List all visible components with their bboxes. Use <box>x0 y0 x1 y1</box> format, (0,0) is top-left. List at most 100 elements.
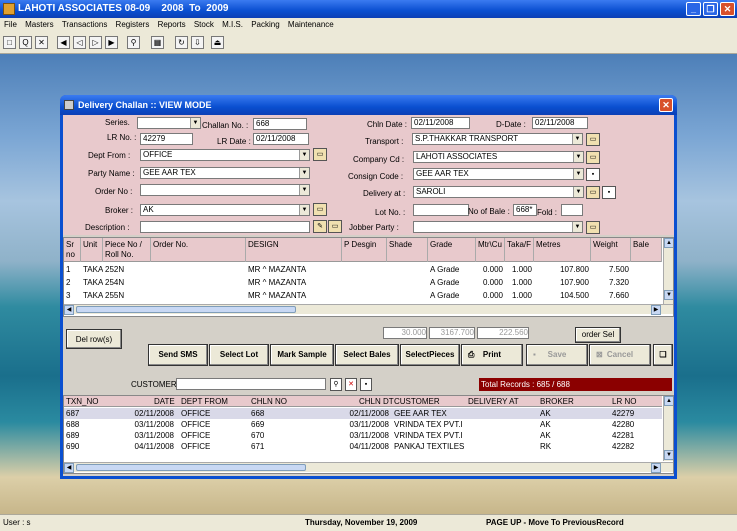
grid-cell[interactable]: 107.900 <box>534 276 591 289</box>
table-cell[interactable]: OFFICE <box>179 430 249 441</box>
grid-cell[interactable] <box>151 276 246 289</box>
fold-field[interactable] <box>561 204 583 216</box>
table-cell[interactable] <box>466 430 536 441</box>
grid-cell[interactable] <box>151 289 246 302</box>
table-cell[interactable]: AK <box>538 408 608 419</box>
close-button[interactable]: ✕ <box>720 2 735 16</box>
table-cell[interactable]: 687 <box>64 408 104 419</box>
col-header[interactable]: Metres <box>534 238 591 262</box>
grid-cell[interactable]: 7.500 <box>591 263 631 276</box>
table-cell[interactable]: 42279 <box>610 408 660 419</box>
list-vscroll[interactable]: ▲ ▼ <box>663 396 673 461</box>
clear-filter-icon[interactable]: ✕ <box>345 378 357 391</box>
save-icon[interactable]: ▪ <box>360 378 372 391</box>
col-header[interactable]: Piece No / Roll No. <box>103 238 151 262</box>
table-cell[interactable]: 04/11/2008 <box>104 441 176 452</box>
order-no-select[interactable]: ▼ <box>140 184 310 196</box>
menu-registers[interactable]: Registers <box>116 20 150 29</box>
list-hscroll[interactable]: ◀ ▶ <box>64 462 673 473</box>
table-cell[interactable] <box>466 419 536 430</box>
col-header[interactable]: CUSTOMER <box>392 396 442 407</box>
col-header[interactable]: CHLN DT <box>357 396 396 407</box>
table-cell[interactable]: OFFICE <box>179 419 249 430</box>
table-cell[interactable]: 03/11/2008 <box>319 419 391 430</box>
col-header[interactable]: Mtr\Cu <box>476 238 505 262</box>
grid-cell[interactable]: A Grade <box>428 289 476 302</box>
table-cell[interactable]: 02/11/2008 <box>104 408 176 419</box>
chln-date-field[interactable]: 02/11/2008 <box>411 117 470 129</box>
col-header[interactable]: P Desgin <box>342 238 387 262</box>
table-cell[interactable]: PANKAJ TEXTILES <box>392 441 464 452</box>
refresh-icon[interactable]: ↻ <box>175 36 188 49</box>
save-icon[interactable]: ▪ <box>586 168 600 181</box>
company-cd-select[interactable]: LAHOTI ASSOCIATES ▼ <box>413 151 584 163</box>
grid-cell[interactable] <box>151 263 246 276</box>
col-header[interactable]: Unit <box>81 238 103 262</box>
save-icon[interactable]: ▪ <box>602 186 616 199</box>
send-sms-button[interactable]: Send SMS <box>148 344 208 366</box>
calculator-icon[interactable]: ▦ <box>151 36 164 49</box>
grid-cell[interactable]: 2 <box>64 276 81 289</box>
grid-cell[interactable]: 1.000 <box>505 289 534 302</box>
grid-cell[interactable]: 1.000 <box>505 263 534 276</box>
select-lot-button[interactable]: Select Lot <box>209 344 269 366</box>
table-cell[interactable]: OFFICE <box>179 441 249 452</box>
lr-date-field[interactable]: 02/11/2008 <box>253 133 309 145</box>
col-header[interactable]: DEPT FROM <box>179 396 230 407</box>
dept-from-select[interactable]: OFFICE ▼ <box>140 149 310 161</box>
grid-cell[interactable]: 3 <box>64 289 81 302</box>
grid-cell[interactable]: A Grade <box>428 276 476 289</box>
grid-cell[interactable]: TAKA <box>81 276 103 289</box>
table-cell[interactable]: 42282 <box>610 441 660 452</box>
items-grid[interactable]: Sr no Unit Piece No / Roll No. Order No.… <box>63 237 674 317</box>
grid-cell[interactable]: 252N <box>103 263 151 276</box>
menu-packing[interactable]: Packing <box>251 20 279 29</box>
table-cell[interactable]: 42280 <box>610 419 660 430</box>
table-cell[interactable]: 04/11/2008 <box>319 441 391 452</box>
prev-record-icon[interactable]: ◁ <box>73 36 86 49</box>
select-pieces-button[interactable]: SelectPieces <box>400 344 460 366</box>
grid-cell[interactable]: MR ^ MAZANTA <box>246 263 342 276</box>
grid-cell[interactable]: TAKA <box>81 289 103 302</box>
col-header[interactable]: Sr no <box>64 238 81 262</box>
transport-select[interactable]: S.P.THAKKAR TRANSPORT ▼ <box>412 133 583 145</box>
grid-cell[interactable] <box>631 276 662 289</box>
table-cell[interactable]: VRINDA TEX PVT.I <box>392 419 464 430</box>
grid-cell[interactable]: 104.500 <box>534 289 591 302</box>
records-list[interactable]: TXN_NO DATE DEPT FROM CHLN NO CHLN DT CU… <box>63 395 674 474</box>
last-record-icon[interactable]: ▶ <box>105 36 118 49</box>
table-cell[interactable]: RK <box>538 441 608 452</box>
menu-stock[interactable]: Stock <box>194 20 214 29</box>
folder-icon[interactable]: ▭ <box>586 221 600 234</box>
folder-icon[interactable]: ▭ <box>313 148 327 161</box>
filter-icon[interactable]: ⚲ <box>330 378 342 391</box>
table-cell[interactable] <box>466 441 536 452</box>
grid-cell[interactable]: MR ^ MAZANTA <box>246 289 342 302</box>
table-cell[interactable]: 02/11/2008 <box>319 408 391 419</box>
grid-cell[interactable]: 7.660 <box>591 289 631 302</box>
preview-icon[interactable]: Q <box>19 36 32 49</box>
grid-cell[interactable]: 107.800 <box>534 263 591 276</box>
grid-cell[interactable]: TAKA <box>81 263 103 276</box>
first-record-icon[interactable]: ◀ <box>57 36 70 49</box>
items-vscroll[interactable]: ▲ ▼ <box>663 238 673 304</box>
export-icon[interactable]: ⇩ <box>191 36 204 49</box>
col-header[interactable]: Order No. <box>151 238 246 262</box>
folder-icon[interactable]: ▭ <box>586 151 600 164</box>
folder-icon[interactable]: ▭ <box>328 220 342 233</box>
folder-icon[interactable]: ▭ <box>586 133 600 146</box>
menu-file[interactable]: File <box>4 20 17 29</box>
col-header[interactable]: DATE <box>152 396 177 407</box>
menu-masters[interactable]: Masters <box>25 20 53 29</box>
minimize-button[interactable]: _ <box>686 2 701 16</box>
grid-cell[interactable] <box>387 263 428 276</box>
grid-cell[interactable]: 255N <box>103 289 151 302</box>
table-cell[interactable]: 668 <box>249 408 319 419</box>
table-cell[interactable]: AK <box>538 430 608 441</box>
table-cell[interactable]: 42281 <box>610 430 660 441</box>
col-header[interactable]: Weight <box>591 238 631 262</box>
col-header[interactable]: DESIGN <box>246 238 342 262</box>
del-rows-button[interactable]: Del row(s) <box>66 329 122 349</box>
table-cell[interactable] <box>466 408 536 419</box>
col-header[interactable]: TXN_NO <box>64 396 100 407</box>
